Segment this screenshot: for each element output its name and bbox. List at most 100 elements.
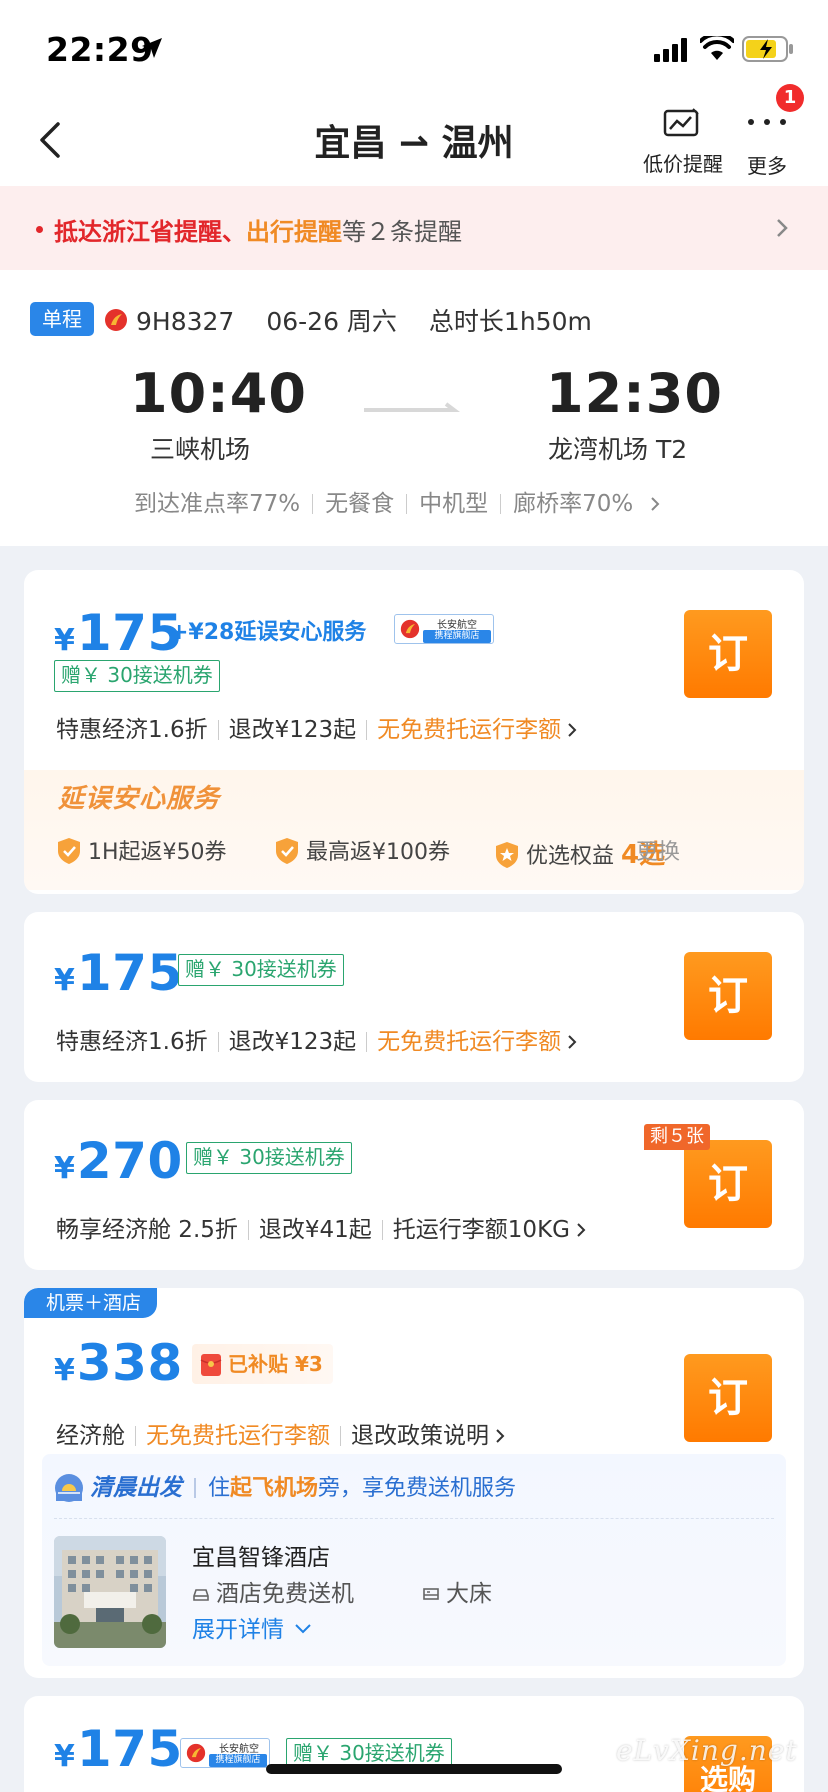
cabin-class: 特惠经济1.6折 [56, 1029, 208, 1055]
fare-card[interactable]: ¥270 赠￥ 30接送机券 畅享经济舱 2.5折 退改¥41起 托运行李额10KG… [24, 1100, 804, 1270]
coupon-tag: 赠￥ 30接送机券 [54, 660, 220, 692]
battery-icon [742, 36, 793, 62]
stat-ontime: 到达准点率77% [134, 491, 301, 517]
reminder-count: 等２条提醒 [342, 218, 462, 246]
red-envelope-icon [200, 1354, 222, 1376]
chevron-down-icon [295, 1624, 311, 1634]
nav-bar: 宜昌 ⇀ 温州 低价提醒 更多 1 [0, 84, 828, 186]
baggage-allowance: 无免费托运行李额 [377, 717, 562, 743]
reminder-banner[interactable]: 抵达浙江省提醒、出行提醒等２条提醒 [0, 186, 828, 270]
refund-policy-link: 退改政策说明 [351, 1423, 489, 1449]
reminder-travel: 出行提醒 [246, 218, 342, 246]
fare-details[interactable]: 特惠经济1.6折 退改¥123起 无免费托运行李额 [56, 710, 577, 744]
fare-price: ¥338 [54, 1334, 183, 1392]
shield-check-icon [276, 838, 298, 864]
airline-logo-icon [105, 309, 127, 331]
baggage-allowance: 无免费托运行李额 [146, 1423, 330, 1449]
shield-star-icon [496, 842, 518, 868]
stat-meal: 无餐食 [325, 491, 395, 517]
early-departure-row: 清晨出发 住起飞机场旁，享免费送机服务 [54, 1468, 516, 1503]
book-button[interactable]: 订 [684, 1354, 772, 1442]
sunrise-icon [55, 1474, 83, 1502]
status-bar: 22:29 [0, 0, 828, 92]
flight-duration: 总时长1h50m [428, 307, 592, 336]
departure-time: 10:40 [130, 362, 307, 425]
signal-icon [654, 38, 687, 62]
reminder-text: 抵达浙江省提醒、出行提醒等２条提醒 [54, 212, 462, 247]
airline-logo-icon [400, 619, 420, 639]
baggage-allowance: 无免费托运行李额 [377, 1029, 562, 1055]
change-button[interactable]: 更换 [636, 834, 680, 866]
book-button[interactable]: 订 [684, 610, 772, 698]
book-button[interactable]: 订 [684, 1140, 772, 1228]
notice-dot [36, 226, 43, 233]
fare-price: ¥175 [54, 604, 183, 662]
home-indicator[interactable] [266, 1764, 562, 1774]
delay-benefit: 最高返¥100券 [274, 834, 450, 866]
airline-logo-icon [186, 1743, 206, 1763]
more-button[interactable]: 更多 [744, 150, 790, 179]
wifi-icon [700, 36, 734, 60]
fare-details[interactable]: 畅享经济舱 2.5折 退改¥41起 托运行李额10KG [56, 1210, 586, 1244]
chevron-right-icon [568, 1035, 577, 1049]
reminder-arrival: 抵达浙江省提醒、 [54, 218, 246, 246]
delay-service-panel: 延误安心服务 1H起返¥50券 最高返¥100券 优选权益 4选 更换 [24, 770, 804, 890]
fare-details[interactable]: 经济舱 无免费托运行李额 退改政策说明 [56, 1416, 505, 1450]
hotel-bundle-panel: 清晨出发 住起飞机场旁，享免费送机服务 宜昌智锋酒店 酒店免费送机 大床 展开详… [42, 1454, 786, 1666]
cabin-class: 畅享经济舱 2.5折 [56, 1217, 238, 1243]
coupon-tag: 赠￥ 30接送机券 [186, 1142, 352, 1174]
location-arrow-icon [142, 38, 162, 58]
refund-policy: 退改¥123起 [228, 1029, 357, 1055]
hotel-photo[interactable] [54, 1536, 166, 1648]
notification-badge: 1 [776, 84, 804, 112]
chevron-right-icon [496, 1429, 505, 1443]
arrival-airport: 龙湾机场 T2 [548, 435, 688, 464]
seats-remaining-tag: 剩５张 [644, 1124, 710, 1150]
flight-date: 06-26 周六 [266, 307, 397, 336]
refund-policy: 退改¥123起 [228, 717, 357, 743]
hotel-feature-shuttle: 酒店免费送机 [192, 1574, 354, 1608]
cabin-class: 特惠经济1.6折 [56, 717, 208, 743]
chevron-right-icon [568, 723, 577, 737]
car-icon [193, 1589, 209, 1601]
watermark: eLvXing.net [616, 1734, 798, 1767]
chevron-right-icon [577, 1223, 586, 1237]
delay-service-title: 延误安心服务 [58, 784, 221, 814]
coupon-tag: 赠￥ 30接送机券 [178, 954, 344, 986]
chevron-right-icon [777, 219, 788, 237]
arrival-time: 12:30 [546, 362, 723, 425]
shield-check-icon [58, 838, 80, 864]
price-alert-icon[interactable] [662, 108, 702, 140]
departure-airport: 三峡机场 [150, 435, 251, 464]
status-time: 22:29 [46, 30, 154, 69]
refund-policy: 退改¥41起 [258, 1217, 372, 1243]
flight-hotel-tag: 机票＋酒店 [24, 1288, 158, 1318]
airline-flagship-badge: 长安航空 携程旗舰店 [180, 1738, 270, 1768]
fare-price: ¥175 [54, 1720, 183, 1778]
price-alert-button[interactable]: 低价提醒 [640, 148, 726, 177]
flight-hotel-card[interactable]: 机票＋酒店 ¥338 已补贴 ¥3 经济舱 无免费托运行李额 退改政策说明 订 清晨… [24, 1288, 804, 1678]
flag-airline-name: 长安航空 [219, 1744, 259, 1755]
hotel-name: 宜昌智锋酒店 [192, 1545, 330, 1571]
expand-details-link[interactable]: 展开详情 [192, 1610, 312, 1644]
hotel-feature-bed: 大床 [422, 1574, 492, 1608]
fare-price: ¥175 [54, 944, 183, 1002]
bed-icon [423, 1588, 439, 1600]
early-departure-title: 清晨出发 [90, 1475, 182, 1501]
fare-price: ¥270 [54, 1132, 183, 1190]
fare-card[interactable]: ¥175 +¥28延误安心服务 长安航空 携程旗舰店 赠￥ 30接送机券 特惠经… [24, 570, 804, 894]
stat-aircraft: 中机型 [419, 491, 489, 517]
book-button[interactable]: 订 [684, 952, 772, 1040]
flag-store-label: 携程旗舰店 [423, 630, 491, 643]
baggage-allowance: 托运行李额10KG [392, 1217, 570, 1243]
more-dots-icon[interactable] [744, 112, 790, 132]
delay-service-addon[interactable]: +¥28延误安心服务 [170, 614, 366, 646]
fare-card[interactable]: ¥175 赠￥ 30接送机券 特惠经济1.6折 退改¥123起 无免费托运行李额 订 [24, 912, 804, 1082]
early-departure-desc: 住起飞机场旁，享免费送机服务 [208, 1476, 517, 1501]
fare-details[interactable]: 特惠经济1.6折 退改¥123起 无免费托运行李额 [56, 1022, 577, 1056]
stat-bridge: 廊桥率70% [513, 491, 634, 517]
cabin-class: 经济舱 [56, 1423, 125, 1449]
flight-meta: 9H8327 06-26 周六 总时长1h50m [136, 302, 624, 338]
flight-stats[interactable]: 到达准点率77% 无餐食 中机型 廊桥率70% [134, 484, 661, 518]
flight-summary: 单程 9H8327 06-26 周六 总时长1h50m 10:40 三峡机场 12:… [0, 270, 828, 546]
